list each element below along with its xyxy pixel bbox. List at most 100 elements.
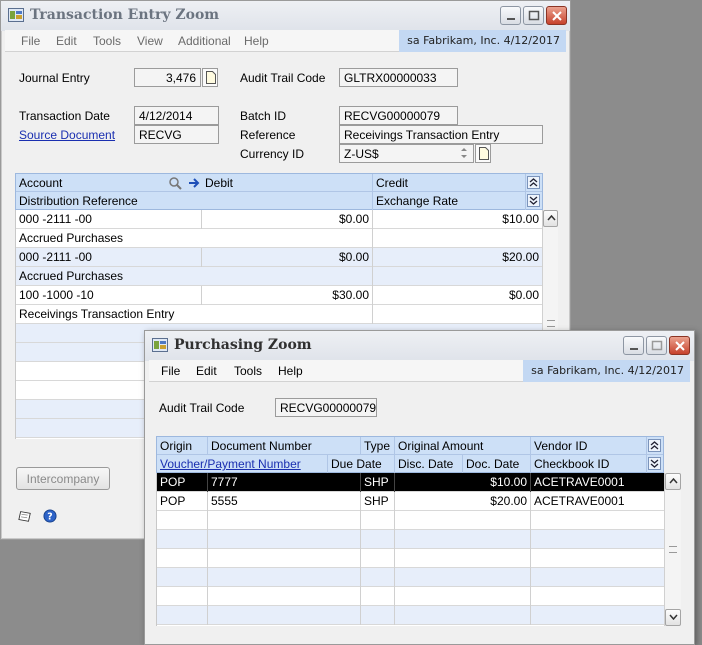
chevron-up-icon xyxy=(669,478,678,484)
table-row-detail[interactable]: Accrued Purchases xyxy=(16,229,543,248)
title-bar[interactable]: Purchasing Zoom xyxy=(145,331,694,361)
note-icon xyxy=(206,71,216,84)
window-title: Purchasing Zoom xyxy=(174,337,312,353)
chevron-up-icon xyxy=(547,215,556,221)
exchange-rate-column-header: Exchange Rate xyxy=(373,192,526,210)
menu-edit[interactable]: Edit xyxy=(196,364,217,378)
type-cell: SHP xyxy=(361,473,395,492)
title-bar[interactable]: Transaction Entry Zoom xyxy=(1,1,570,31)
menu-file[interactable]: File xyxy=(161,364,180,378)
document-number-column-header: Document Number xyxy=(208,437,361,454)
table-row[interactable]: 100 -1000 -10 $30.00 $0.00 xyxy=(16,286,543,305)
close-button[interactable] xyxy=(546,6,567,25)
audit-trail-code-field[interactable]: GLTRX00000033 xyxy=(339,68,458,87)
minimize-icon xyxy=(630,348,638,350)
disc-date-column-header: Disc. Date xyxy=(395,455,463,473)
source-document-field[interactable]: RECVG xyxy=(134,125,219,144)
minimize-button[interactable] xyxy=(623,336,644,355)
account-lookup-icon[interactable] xyxy=(168,176,182,190)
window-app-icon xyxy=(8,8,24,22)
table-row[interactable]: 000 -2111 -00 $0.00 $20.00 xyxy=(16,248,543,267)
audit-trail-code-label: Audit Trail Code xyxy=(240,71,326,85)
distribution-reference-column-header: Distribution Reference xyxy=(16,192,373,210)
minimize-icon xyxy=(507,18,515,20)
svg-text:?: ? xyxy=(47,511,52,522)
chevron-down-icon xyxy=(669,614,678,620)
maximize-button[interactable] xyxy=(646,336,667,355)
credit-cell: $0.00 xyxy=(373,286,543,305)
collapse-rows-icon[interactable] xyxy=(527,176,540,189)
reference-label: Reference xyxy=(240,128,296,142)
audit-trail-code-field[interactable]: RECVG00000079 xyxy=(275,398,377,417)
original-amount-column-header: Original Amount xyxy=(395,437,531,454)
checkbook-id-column-header: Checkbook ID xyxy=(531,455,647,473)
expand-rows-icon[interactable] xyxy=(527,194,540,207)
table-row[interactable]: 000 -2111 -00 $0.00 $10.00 xyxy=(16,210,543,229)
table-row[interactable] xyxy=(157,530,664,549)
table-row[interactable] xyxy=(157,606,664,625)
menu-help[interactable]: Help xyxy=(278,364,303,378)
maximize-icon xyxy=(528,10,540,21)
voucher-payment-number-link[interactable]: Voucher/Payment Number xyxy=(157,455,328,473)
menu-additional[interactable]: Additional xyxy=(178,34,231,48)
intercompany-button[interactable]: Intercompany xyxy=(16,467,110,490)
currency-id-field[interactable]: Z-US$ xyxy=(339,144,474,163)
note-pad-icon[interactable] xyxy=(18,509,32,523)
reference-field[interactable]: Receivings Transaction Entry xyxy=(339,125,543,144)
credit-column-header: Credit xyxy=(373,174,526,191)
batch-id-field[interactable]: RECVG00000079 xyxy=(339,106,458,125)
menu-view[interactable]: View xyxy=(137,34,163,48)
distribution-reference-cell: Accrued Purchases xyxy=(16,267,373,286)
menu-file[interactable]: File xyxy=(21,34,40,48)
table-row[interactable] xyxy=(157,549,664,568)
audit-trail-code-label: Audit Trail Code xyxy=(159,401,245,415)
table-row[interactable] xyxy=(157,568,664,587)
account-cell: 100 -1000 -10 xyxy=(16,286,202,305)
scroll-down-button[interactable] xyxy=(665,609,681,626)
table-row[interactable]: POP 7777 SHP $10.00 ACETRAVE0001 xyxy=(157,473,664,492)
table-row-detail[interactable]: Accrued Purchases xyxy=(16,267,543,286)
menu-tools[interactable]: Tools xyxy=(93,34,121,48)
collapse-rows-icon[interactable] xyxy=(648,439,661,452)
purchasing-grid-scrollbar[interactable] xyxy=(664,473,681,626)
source-document-link[interactable]: Source Document xyxy=(19,128,115,142)
table-row[interactable] xyxy=(157,587,664,606)
close-button[interactable] xyxy=(669,336,690,355)
debit-column-header: Debit xyxy=(202,174,373,191)
distribution-grid-scrollbar[interactable] xyxy=(542,210,558,330)
minimize-button[interactable] xyxy=(500,6,521,25)
exchange-rate-cell xyxy=(373,267,543,286)
debit-cell: $0.00 xyxy=(202,210,373,229)
menu-help[interactable]: Help xyxy=(244,34,269,48)
table-row[interactable]: POP 5555 SHP $20.00 ACETRAVE0001 xyxy=(157,492,664,511)
origin-column-header: Origin xyxy=(157,437,208,454)
scroll-up-button[interactable] xyxy=(543,210,558,227)
menu-tools[interactable]: Tools xyxy=(234,364,262,378)
origin-cell: POP xyxy=(157,492,208,511)
debit-cell: $0.00 xyxy=(202,248,373,267)
transaction-date-label: Transaction Date xyxy=(19,109,110,123)
vendor-id-cell: ACETRAVE0001 xyxy=(531,473,664,492)
original-amount-cell: $20.00 xyxy=(395,492,531,511)
distribution-reference-cell: Receivings Transaction Entry xyxy=(16,305,373,324)
type-column-header: Type xyxy=(361,437,395,454)
maximize-button[interactable] xyxy=(523,6,544,25)
batch-id-label: Batch ID xyxy=(240,109,287,123)
document-number-cell: 5555 xyxy=(208,492,361,511)
journal-entry-field[interactable]: 3,476 xyxy=(134,68,201,87)
expand-rows-icon[interactable] xyxy=(648,457,661,470)
journal-entry-note-button[interactable] xyxy=(202,68,218,87)
expand-icon[interactable] xyxy=(459,147,469,159)
transaction-date-field[interactable]: 4/12/2014 xyxy=(134,106,219,125)
purchasing-grid-body: POP 7777 SHP $10.00 ACETRAVE0001 POP 555… xyxy=(156,473,664,626)
currency-note-button[interactable] xyxy=(475,144,491,163)
note-icon xyxy=(479,147,489,160)
exchange-rate-cell xyxy=(373,305,543,324)
table-row-detail[interactable]: Receivings Transaction Entry xyxy=(16,305,543,324)
table-row[interactable] xyxy=(157,511,664,530)
menu-edit[interactable]: Edit xyxy=(56,34,77,48)
scroll-up-button[interactable] xyxy=(665,473,681,490)
arrow-right-icon[interactable] xyxy=(188,177,200,189)
close-icon xyxy=(675,341,685,351)
help-icon[interactable]: ? xyxy=(43,509,57,523)
